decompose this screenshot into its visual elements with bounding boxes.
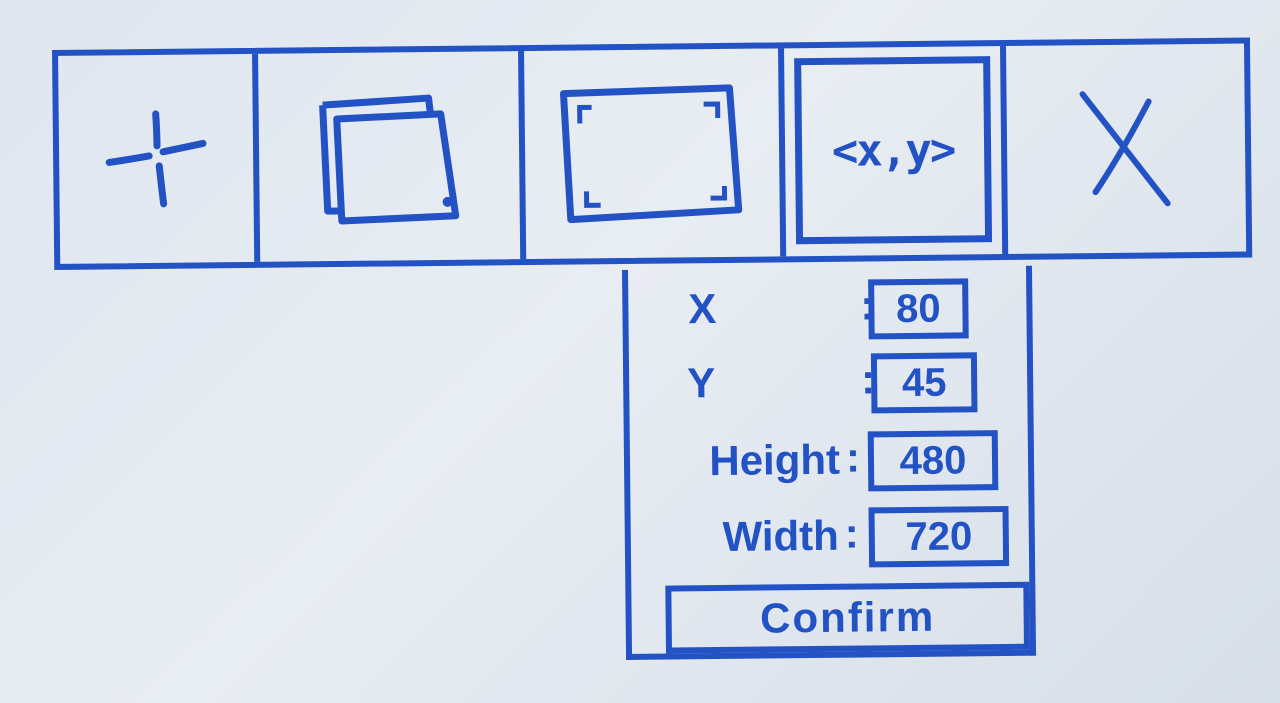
field-y: Y : 45 bbox=[629, 352, 1028, 420]
close-icon bbox=[1079, 91, 1171, 207]
crosshair-icon bbox=[105, 110, 207, 208]
confirm-button[interactable]: Confirm bbox=[665, 581, 1030, 654]
width-input[interactable]: 720 bbox=[868, 505, 1010, 568]
y-label: Y bbox=[686, 359, 716, 407]
field-x: X : 80 bbox=[628, 278, 1027, 346]
field-height: Height : 480 bbox=[630, 430, 1029, 498]
toolbar: <x,y> bbox=[52, 37, 1253, 270]
duplicate-tool-button[interactable] bbox=[258, 51, 527, 262]
width-label: Width bbox=[722, 511, 840, 560]
crosshair-tool-button[interactable] bbox=[58, 53, 261, 264]
x-label: X bbox=[688, 285, 717, 333]
crop-frame-icon bbox=[559, 84, 743, 224]
active-indicator: <x,y> bbox=[794, 56, 993, 245]
x-input[interactable]: 80 bbox=[868, 278, 969, 340]
close-button[interactable] bbox=[1006, 44, 1246, 254]
colon: : bbox=[845, 433, 861, 481]
height-label: Height bbox=[709, 435, 841, 485]
selection-tool-button[interactable] bbox=[524, 48, 787, 260]
height-input[interactable]: 480 bbox=[867, 430, 999, 492]
coordinates-panel: X : 80 Y : 45 Height : 480 Width : 720 C… bbox=[622, 265, 1037, 660]
y-input[interactable]: 45 bbox=[870, 352, 978, 414]
coordinates-icon: <x,y> bbox=[831, 124, 955, 177]
copy-layers-icon bbox=[319, 94, 460, 225]
colon: : bbox=[844, 509, 860, 557]
field-width: Width : 720 bbox=[631, 505, 1030, 574]
coordinates-tool-button[interactable]: <x,y> bbox=[784, 46, 1009, 257]
